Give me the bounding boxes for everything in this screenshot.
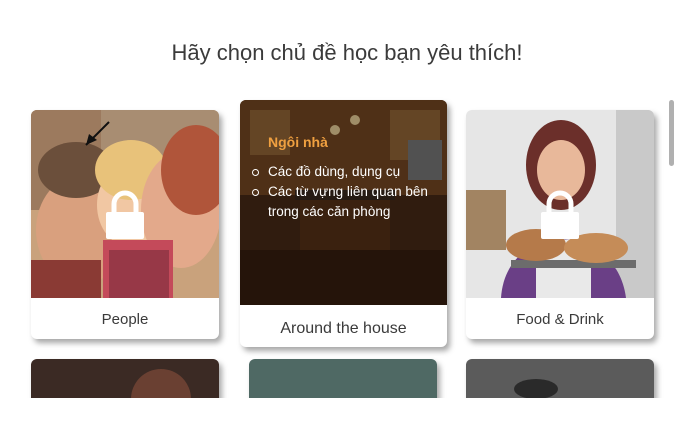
lock-icon	[106, 190, 144, 239]
topic-label: People	[101, 311, 149, 328]
topic-card-people[interactable]: People	[31, 110, 219, 339]
bottom-fade	[0, 398, 694, 437]
lock-icon	[541, 190, 579, 239]
topic-card-around-the-house[interactable]: Ngôi nhà Các đồ dùng, dụng cụ Các từ vựn…	[240, 100, 447, 347]
topic-card-food-drink[interactable]: Food & Drink	[466, 110, 654, 339]
overlay-title: Ngôi nhà	[268, 134, 328, 150]
topic-label: Food & Drink	[516, 311, 604, 328]
page-title: Hãy chọn chủ đề học bạn yêu thích!	[171, 40, 523, 65]
overlay-item: Các từ vựng liên quan bên trong các căn …	[250, 182, 447, 222]
overlay-list: Các đồ dùng, dụng cụ Các từ vựng liên qu…	[250, 162, 447, 222]
scrollbar[interactable]	[669, 100, 674, 166]
topic-label: Around the house	[280, 320, 407, 337]
overlay-item: Các đồ dùng, dụng cụ	[250, 162, 447, 182]
topic-picker-page: Hãy chọn chủ đề học bạn yêu thích! Peopl…	[0, 0, 694, 437]
